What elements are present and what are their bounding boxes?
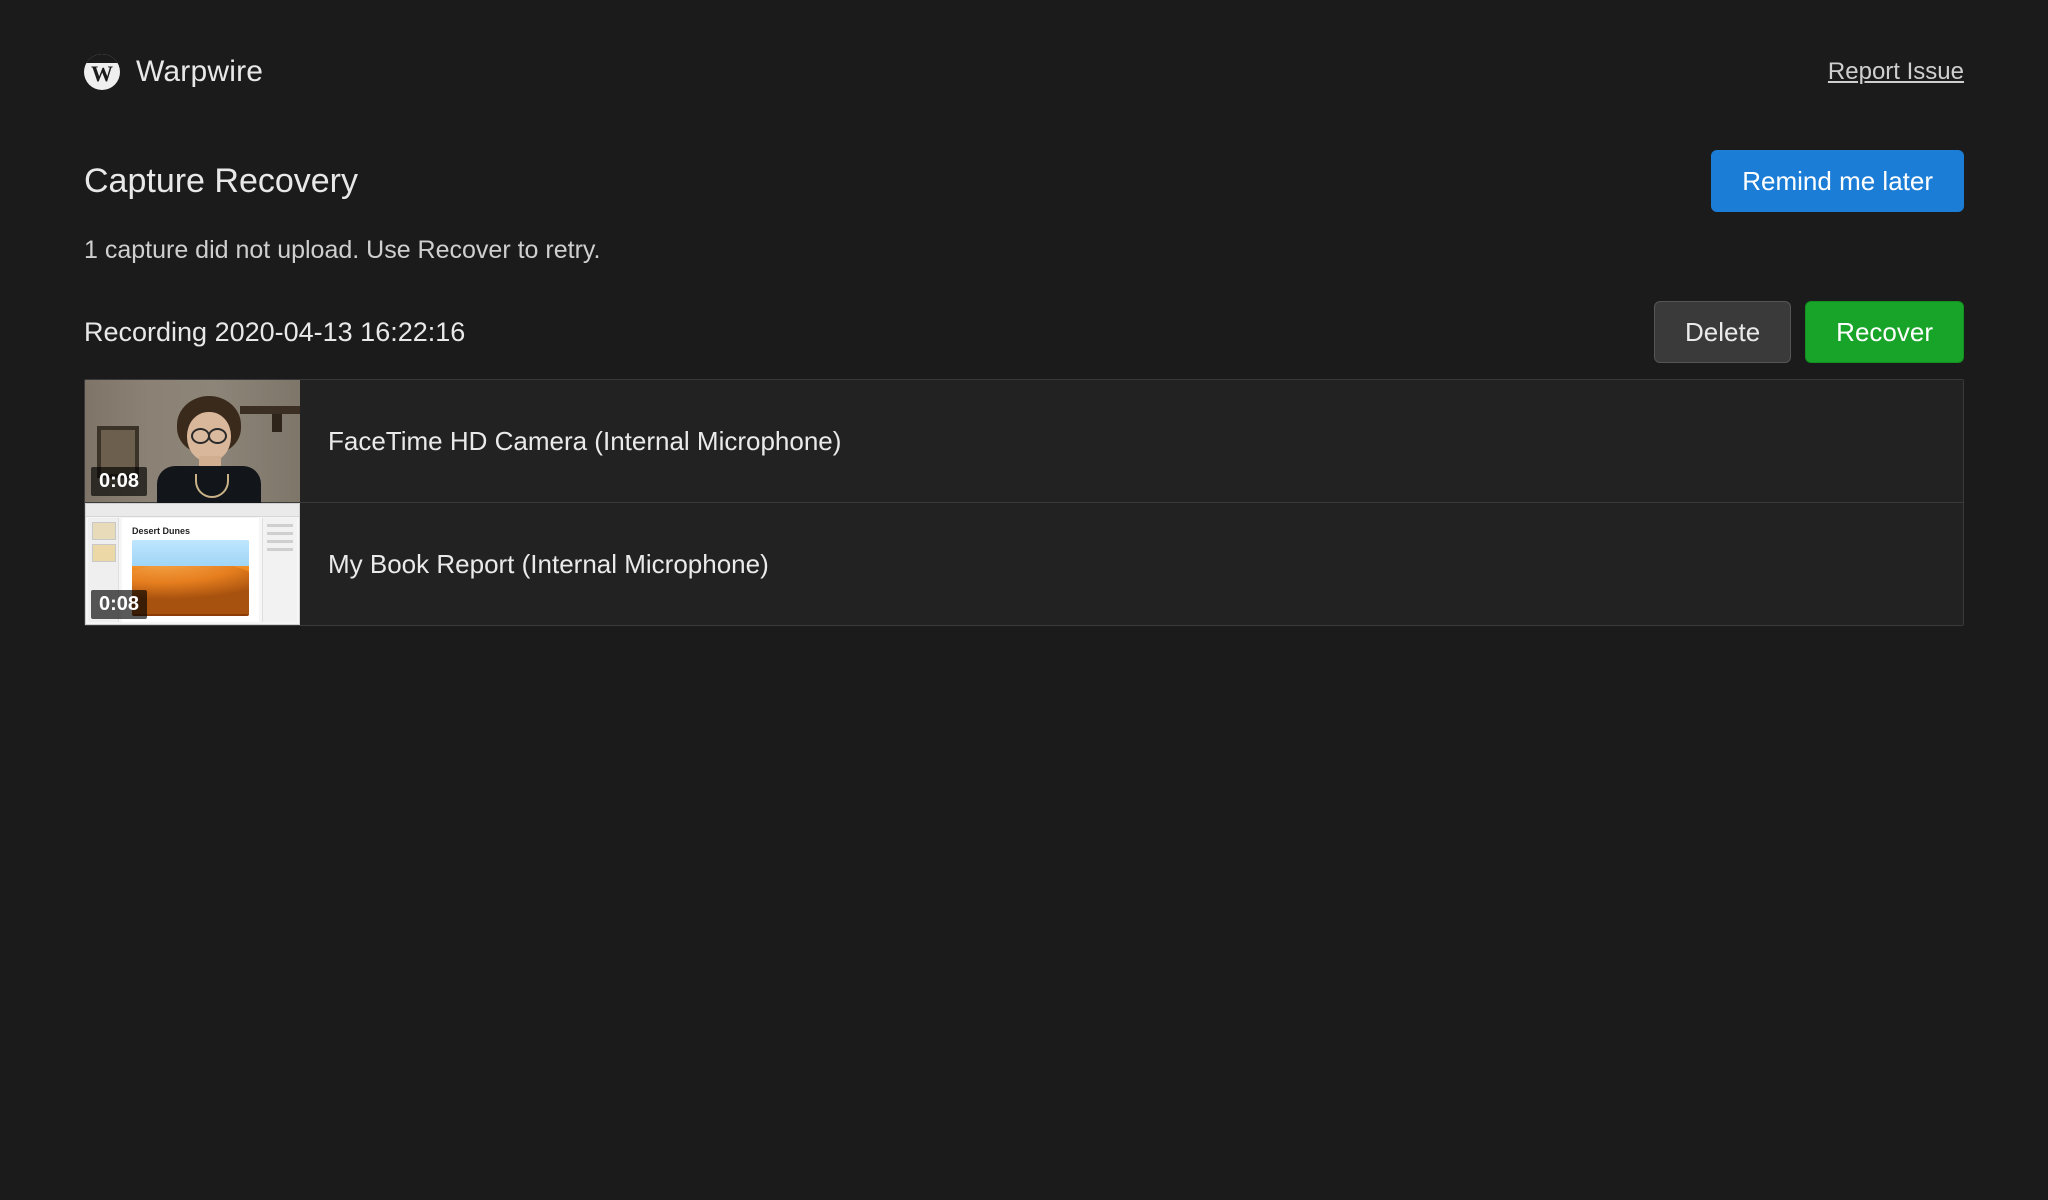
delete-button[interactable]: Delete	[1654, 301, 1791, 363]
source-list: 0:08 FaceTime HD Camera (Internal Microp…	[84, 379, 1964, 626]
remind-me-later-button[interactable]: Remind me later	[1711, 150, 1964, 212]
source-thumbnail: Desert Dunes 0:08	[85, 503, 300, 625]
top-bar: W Warpwire Report Issue	[84, 54, 1964, 90]
app-toolbar-icon	[86, 504, 299, 517]
recording-header: Recording 2020-04-13 16:22:16 Delete Rec…	[84, 301, 1964, 363]
page-subtext: 1 capture did not upload. Use Recover to…	[84, 236, 1964, 265]
doc-title: Desert Dunes	[132, 526, 190, 536]
brand-name: Warpwire	[136, 55, 263, 89]
title-row: Capture Recovery Remind me later	[84, 150, 1964, 212]
app-root: W Warpwire Report Issue Capture Recovery…	[0, 0, 2048, 1200]
duration-badge: 0:08	[91, 590, 147, 619]
brand-logo-icon: W	[84, 54, 120, 90]
person-icon	[147, 390, 267, 502]
desert-photo-icon	[132, 540, 249, 616]
source-thumbnail: 0:08	[85, 380, 300, 502]
brand-logo-letter: W	[91, 63, 113, 85]
glasses-icon	[191, 428, 227, 440]
inspector-panel-icon	[262, 518, 297, 622]
source-row: Desert Dunes 0:08 My Book Report (Intern…	[85, 502, 1963, 625]
recording-title: Recording 2020-04-13 16:22:16	[84, 317, 465, 348]
source-row: 0:08 FaceTime HD Camera (Internal Microp…	[85, 380, 1963, 502]
source-label: My Book Report (Internal Microphone)	[300, 503, 769, 625]
recording-actions: Delete Recover	[1654, 301, 1964, 363]
page-title: Capture Recovery	[84, 162, 358, 201]
source-label: FaceTime HD Camera (Internal Microphone)	[300, 380, 841, 502]
report-issue-link[interactable]: Report Issue	[1828, 58, 1964, 86]
duration-badge: 0:08	[91, 467, 147, 496]
brand: W Warpwire	[84, 54, 263, 90]
recover-button[interactable]: Recover	[1805, 301, 1964, 363]
